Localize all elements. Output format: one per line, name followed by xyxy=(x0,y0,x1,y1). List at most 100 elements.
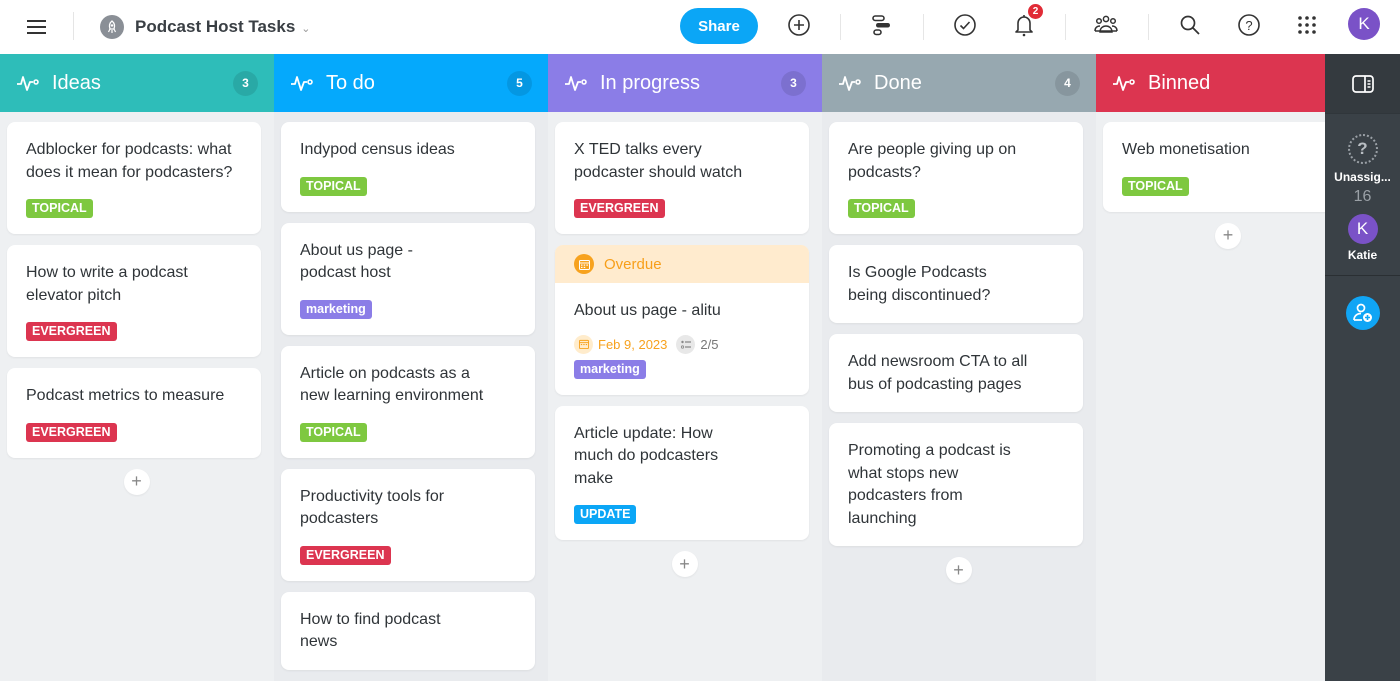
calendar-icon xyxy=(574,254,594,274)
pulse-icon xyxy=(1112,71,1136,95)
add-icon[interactable] xyxy=(786,12,812,38)
card-title: Adblocker for podcasts: what does it mea… xyxy=(26,141,233,181)
column-title: In progress xyxy=(600,71,701,94)
tag-topical: TOPICAL xyxy=(1122,176,1189,196)
task-card[interactable]: Article update: How much do podcasters m… xyxy=(555,405,809,540)
tag-evergreen: EVERGREEN xyxy=(26,422,117,442)
due-date-text: Feb 9, 2023 xyxy=(598,336,668,352)
tag-marketing: marketing xyxy=(300,299,372,319)
card-title: How to write a podcast elevator pitch xyxy=(26,264,188,304)
column-title: Done xyxy=(874,71,922,94)
tag-evergreen: EVERGREEN xyxy=(26,322,117,341)
tag-topical: TOPICAL xyxy=(300,176,367,196)
column-binned: Binned Web monetisation TOPICAL + xyxy=(1096,54,1331,681)
project-title[interactable]: Podcast Host Tasks xyxy=(135,17,295,37)
help-icon[interactable]: ? xyxy=(1236,12,1262,38)
task-card[interactable]: Adblocker for podcasts: what does it mea… xyxy=(7,122,261,234)
column-count: 3 xyxy=(781,70,806,96)
divider xyxy=(1065,14,1066,40)
chevron-down-icon[interactable]: ⌄ xyxy=(301,22,310,35)
toggle-sidebar-button[interactable] xyxy=(1325,54,1400,114)
task-card[interactable]: Indypod census ideas TOPICAL xyxy=(281,122,535,212)
task-card[interactable]: Podcast metrics to measure EVERGREEN xyxy=(7,368,261,458)
add-user-icon xyxy=(1352,303,1372,322)
add-card-button[interactable]: + xyxy=(945,557,972,583)
add-card-button[interactable]: + xyxy=(123,468,150,495)
tag-evergreen: EVERGREEN xyxy=(300,545,391,565)
user-avatar[interactable]: K xyxy=(1348,8,1380,40)
column-count: 4 xyxy=(1055,70,1080,96)
task-card[interactable]: Add newsroom CTA to all bus of podcastin… xyxy=(829,334,1083,412)
tag-topical: TOPICAL xyxy=(26,199,93,218)
card-title: How to find podcast news xyxy=(300,610,441,651)
column-header[interactable]: Done 4 xyxy=(822,54,1096,112)
task-card[interactable]: Are people giving up on podcasts? TOPICA… xyxy=(829,122,1083,234)
column-done: Done 4 Are people giving up on podcasts?… xyxy=(822,54,1096,681)
apps-grid-icon[interactable] xyxy=(1294,12,1320,38)
assignee-unassigned[interactable]: ? Unassig... 16 xyxy=(1325,114,1400,206)
task-card[interactable]: Article on podcasts as a new learning en… xyxy=(281,345,535,458)
checklist-progress[interactable]: 2/5 xyxy=(676,334,718,354)
due-date[interactable]: Feb 9, 2023 xyxy=(574,334,668,354)
tag-topical: TOPICAL xyxy=(848,199,915,218)
task-card-overdue[interactable]: Overdue About us page - alitu Feb 9, 202… xyxy=(555,245,809,395)
column-header[interactable]: To do 5 xyxy=(274,54,548,112)
task-card[interactable]: How to write a podcast elevator pitch EV… xyxy=(7,245,261,357)
calendar-icon xyxy=(574,334,593,354)
tag-topical: TOPICAL xyxy=(300,422,367,442)
task-card[interactable]: X TED talks every podcaster should watch… xyxy=(555,122,809,234)
hamburger-menu-button[interactable] xyxy=(0,0,74,54)
task-card[interactable]: About us page - podcast host marketing xyxy=(281,222,535,335)
avatar: K xyxy=(1347,214,1378,244)
assignee-katie[interactable]: K Katie xyxy=(1325,206,1400,262)
column-ideas: Ideas 3 Adblocker for podcasts: what doe… xyxy=(0,54,274,681)
hamburger-icon xyxy=(27,20,46,34)
timeline-icon[interactable] xyxy=(869,12,895,38)
add-assignee-button[interactable] xyxy=(1345,296,1380,330)
task-card[interactable]: Is Google Podcasts being discontinued? xyxy=(829,245,1083,323)
divider xyxy=(1148,14,1149,40)
kanban-board: Ideas 3 Adblocker for podcasts: what doe… xyxy=(0,54,1331,681)
share-button[interactable]: Share xyxy=(680,8,758,44)
notification-bell-icon[interactable]: 2 xyxy=(1011,4,1043,38)
card-title: Are people giving up on podcasts? xyxy=(848,141,1017,181)
column-in-progress: In progress 3 X TED talks every podcaste… xyxy=(548,54,822,681)
notification-count-badge: 2 xyxy=(1028,4,1043,19)
card-title: Is Google Podcasts being discontinued? xyxy=(848,264,991,304)
card-title: Indypod census ideas xyxy=(300,141,455,158)
rocket-logo-icon xyxy=(100,15,124,39)
divider xyxy=(840,14,841,40)
pulse-icon xyxy=(564,71,588,95)
card-title: Add newsroom CTA to all bus of podcastin… xyxy=(848,353,1028,393)
check-circle-icon[interactable] xyxy=(952,12,978,38)
column-count: 3 xyxy=(233,70,258,96)
column-header[interactable]: Ideas 3 xyxy=(0,54,274,112)
task-card[interactable]: How to find podcast news xyxy=(281,591,535,670)
task-card[interactable]: Productivity tools for podcasters EVERGR… xyxy=(281,468,535,581)
card-title: X TED talks every podcaster should watch xyxy=(574,141,743,181)
assignee-name: Katie xyxy=(1347,248,1378,262)
add-card-button[interactable]: + xyxy=(1215,222,1241,249)
panel-toggle-icon xyxy=(1351,74,1374,93)
column-header[interactable]: In progress 3 xyxy=(548,54,822,112)
card-title: About us page - podcast host xyxy=(300,241,413,282)
task-card[interactable]: Web monetisation TOPICAL xyxy=(1103,122,1331,212)
team-icon[interactable] xyxy=(1093,12,1119,38)
tag-marketing: marketing xyxy=(574,359,646,379)
pulse-icon xyxy=(16,71,40,95)
card-title: About us page - alitu xyxy=(574,302,721,319)
assignee-sidebar: ? Unassig... 16 K Katie xyxy=(1325,54,1400,681)
checklist-icon xyxy=(676,334,696,354)
search-icon[interactable] xyxy=(1177,12,1203,38)
divider xyxy=(1325,275,1400,276)
svg-text:?: ? xyxy=(1245,18,1252,33)
overdue-banner: Overdue xyxy=(555,245,809,283)
card-title: Promoting a podcast is what stops new po… xyxy=(848,442,1011,527)
column-header[interactable]: Binned xyxy=(1096,54,1331,112)
card-title: Podcast metrics to measure xyxy=(26,387,225,404)
card-title: Article update: How much do podcasters m… xyxy=(574,424,719,487)
tag-evergreen: EVERGREEN xyxy=(574,199,665,218)
task-card[interactable]: Promoting a podcast is what stops new po… xyxy=(829,423,1083,546)
card-title: Productivity tools for podcasters xyxy=(300,487,445,528)
add-card-button[interactable]: + xyxy=(671,551,698,577)
